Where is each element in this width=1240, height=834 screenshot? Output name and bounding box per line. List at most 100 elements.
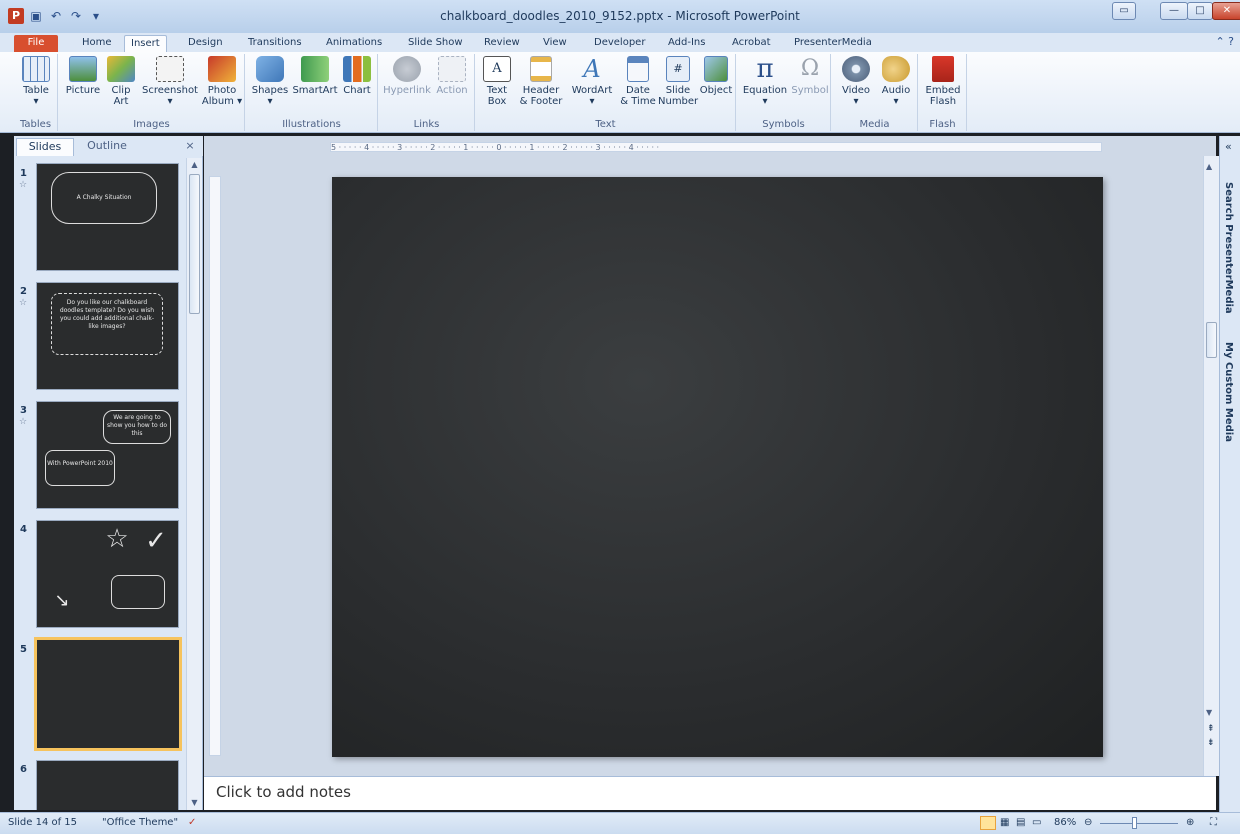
slide-number-button[interactable]: # Slide Number <box>658 56 698 107</box>
tab-slide-show[interactable]: Slide Show <box>402 35 469 52</box>
star-doodle: ☆ <box>105 524 129 554</box>
scroll-down-icon[interactable]: ▼ <box>189 798 200 808</box>
omega-icon: Ω <box>800 56 820 81</box>
thumbnail-scrollbar[interactable]: ▲ ▼ <box>186 158 202 810</box>
audio-button[interactable]: Audio ▾ <box>878 56 914 107</box>
speech-bubble-doodle <box>111 575 165 609</box>
close-button[interactable]: ✕ <box>1212 2 1240 20</box>
hyperlink-button[interactable]: Hyperlink <box>383 56 431 96</box>
group-links: Hyperlink Action Links <box>379 54 475 131</box>
current-slide-canvas[interactable] <box>332 177 1103 757</box>
text-box-button[interactable]: A Text Box <box>480 56 514 107</box>
tab-animations[interactable]: Animations <box>320 35 388 52</box>
tab-presentermedia[interactable]: PresenterMedia <box>788 35 878 52</box>
group-label-illustrations: Illustrations <box>282 119 341 130</box>
zoom-slider-thumb[interactable] <box>1132 817 1137 829</box>
shapes-button[interactable]: Shapes ▾ <box>250 56 290 107</box>
scroll-down-icon[interactable]: ▼ <box>1206 708 1212 717</box>
header-footer-button[interactable]: Header & Footer <box>516 56 566 107</box>
zoom-out-icon[interactable]: ⊖ <box>1084 817 1092 828</box>
tab-acrobat[interactable]: Acrobat <box>726 35 777 52</box>
table-icon <box>22 56 50 82</box>
screenshot-button[interactable]: Screenshot ▾ <box>141 56 199 107</box>
date-time-button[interactable]: Date & Time <box>618 56 658 107</box>
object-button[interactable]: Object <box>698 56 734 96</box>
clip-art-button[interactable]: Clip Art <box>105 56 137 107</box>
slide-scrollbar[interactable]: ▲ ▼ ⇞ ⇟ <box>1203 156 1219 776</box>
slide-thumbnail-1[interactable]: A Chalky Situation <box>36 163 179 271</box>
picture-button[interactable]: Picture <box>63 56 103 96</box>
group-label-flash: Flash <box>929 119 956 130</box>
next-slide-icon[interactable]: ⇟ <box>1207 738 1215 748</box>
tab-slides[interactable]: Slides <box>16 138 74 156</box>
group-label-media: Media <box>859 119 890 130</box>
search-presentermedia-tab[interactable]: Search PresenterMedia <box>1223 182 1234 314</box>
my-custom-media-tab[interactable]: My Custom Media <box>1223 342 1234 442</box>
scroll-up-icon[interactable]: ▲ <box>1206 162 1212 171</box>
slide-thumbnail-5-selected[interactable] <box>34 637 182 751</box>
smartart-button[interactable]: SmartArt <box>292 56 338 96</box>
tab-review[interactable]: Review <box>478 35 526 52</box>
calendar-icon <box>627 56 649 82</box>
photo-album-icon <box>208 56 236 82</box>
tab-view[interactable]: View <box>537 35 573 52</box>
zoom-level[interactable]: 86% <box>1054 817 1076 828</box>
minimize-button[interactable]: — <box>1160 2 1188 20</box>
table-button[interactable]: Table ▾ <box>18 56 54 107</box>
film-reel-icon <box>842 56 870 82</box>
tab-insert[interactable]: Insert <box>124 35 167 52</box>
group-illustrations: Shapes ▾ SmartArt Chart Illustrations <box>246 54 378 131</box>
slide-show-icon[interactable]: ▭ <box>1032 817 1041 828</box>
ribbon-tabs: File Home Insert Design Transitions Anim… <box>0 33 1240 52</box>
group-label-text: Text <box>595 119 616 130</box>
scroll-up-icon[interactable]: ▲ <box>189 160 200 170</box>
group-media: Video ▾ Audio ▾ Media <box>832 54 918 131</box>
fit-to-window-icon[interactable]: ⛶ <box>1210 817 1217 828</box>
pi-icon: π <box>756 54 774 84</box>
chart-button[interactable]: Chart <box>340 56 374 96</box>
tab-transitions[interactable]: Transitions <box>242 35 308 52</box>
slide-thumbnail-6[interactable] <box>36 760 179 810</box>
maximize-button[interactable]: □ <box>1187 2 1213 20</box>
reading-view-icon[interactable]: ▤ <box>1016 817 1025 828</box>
tab-developer[interactable]: Developer <box>588 35 651 52</box>
symbol-button[interactable]: Ω Symbol <box>791 56 829 96</box>
collapse-pane-icon[interactable]: « <box>1225 140 1232 153</box>
tab-add-ins[interactable]: Add-Ins <box>662 35 711 52</box>
spell-check-icon[interactable]: ✓ <box>188 817 196 828</box>
zoom-slider[interactable] <box>1100 823 1178 824</box>
previous-slide-icon[interactable]: ⇞ <box>1207 724 1215 734</box>
embed-flash-button[interactable]: Embed Flash <box>923 56 963 107</box>
slide-thumbnail-4[interactable]: ☆ ✓ ↘ <box>36 520 179 628</box>
slide-thumbnail-2[interactable]: Do you like our chalkboard doodles templ… <box>36 282 179 390</box>
help-icon[interactable]: ⌃ ? <box>1215 35 1234 48</box>
wordart-button[interactable]: A WordArt ▾ <box>568 56 616 107</box>
normal-view-icon[interactable] <box>980 816 996 830</box>
scrollbar-thumb[interactable] <box>189 174 200 314</box>
zoom-in-icon[interactable]: ⊕ <box>1186 817 1194 828</box>
photo-album-button[interactable]: Photo Album ▾ <box>201 56 243 107</box>
tab-design[interactable]: Design <box>182 35 229 52</box>
tab-file[interactable]: File <box>14 35 58 52</box>
close-panel-icon[interactable]: × <box>182 138 198 156</box>
video-button[interactable]: Video ▾ <box>836 56 876 107</box>
screenshot-icon <box>156 56 184 82</box>
arrow-doodle: ↘ <box>54 590 70 611</box>
slide-thumbnail-3[interactable]: We are going to show you how to do this … <box>36 401 179 509</box>
header-footer-icon <box>530 56 552 82</box>
slide-number-4: 4 <box>20 524 27 535</box>
equation-button[interactable]: π Equation ▾ <box>741 56 789 107</box>
tab-home[interactable]: Home <box>76 35 118 52</box>
notes-pane[interactable]: Click to add notes <box>204 776 1216 810</box>
ribbon-display-button[interactable]: ▭ <box>1112 2 1136 20</box>
thumbnail-list: 1 ☆ A Chalky Situation 2 ☆ Do you like o… <box>14 158 186 810</box>
slide-number-1: 1 <box>20 168 27 179</box>
tab-outline[interactable]: Outline <box>76 138 138 156</box>
text-box-icon: A <box>483 56 511 82</box>
thumb-text-1: A Chalky Situation <box>76 194 132 201</box>
panel-tabs: Slides Outline × <box>14 136 203 156</box>
slide-number-2: 2 <box>20 286 27 297</box>
action-button[interactable]: Action <box>433 56 471 96</box>
slide-sorter-icon[interactable]: ▦ <box>1000 817 1009 828</box>
scrollbar-thumb[interactable] <box>1206 322 1217 358</box>
